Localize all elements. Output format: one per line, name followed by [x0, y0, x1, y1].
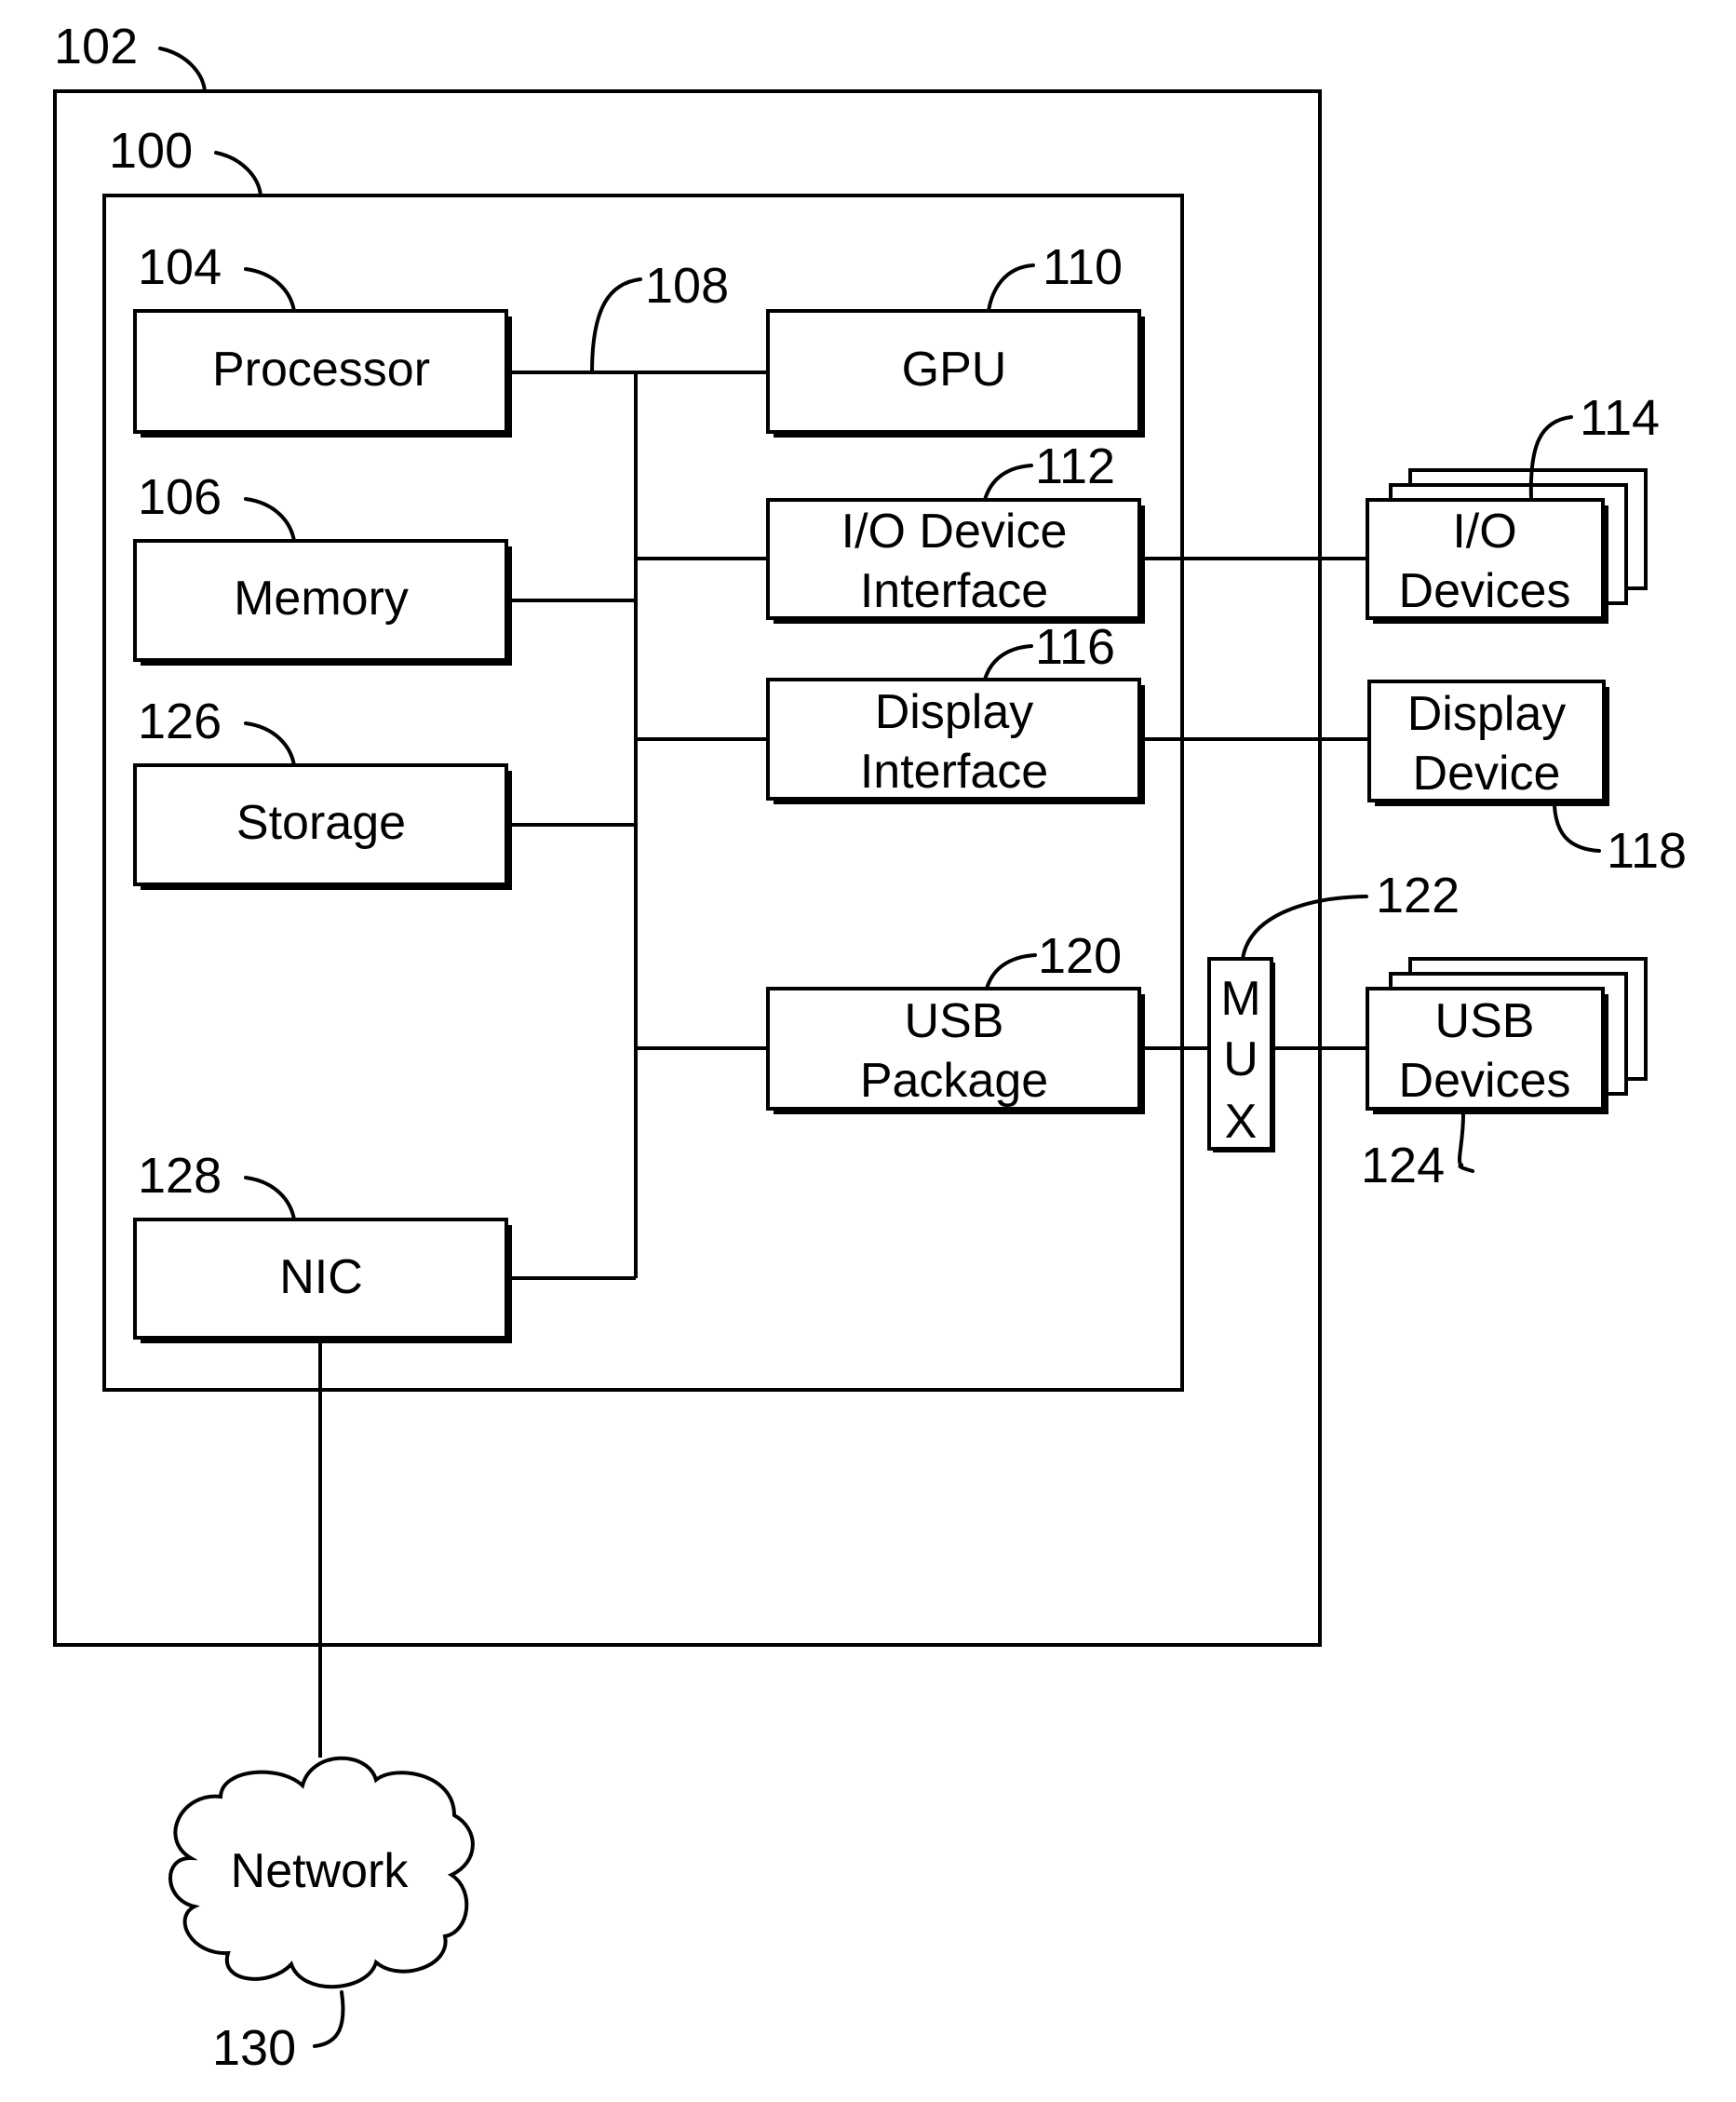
processor-label: Processor [212, 343, 430, 397]
leader-124 [1458, 1112, 1474, 1173]
leader-128 [244, 1176, 296, 1221]
nic-label: NIC [279, 1250, 363, 1304]
leader-104 [244, 267, 296, 313]
ref-label-108: 108 [645, 258, 729, 314]
gpu-label: GPU [902, 343, 1007, 397]
ref-label-130: 130 [212, 2020, 296, 2076]
ref-label-120: 120 [1038, 928, 1122, 984]
ref-label-110: 110 [1043, 239, 1123, 295]
system-bus: 108 [506, 258, 768, 1280]
leader-100 [214, 151, 262, 197]
display-device-label-line2: Device [1413, 747, 1561, 801]
usb-devices-label-line1: USB [1435, 994, 1535, 1048]
ref-label-106: 106 [138, 469, 222, 525]
mux-letter-x: X [1225, 1095, 1258, 1149]
ref-label-126: 126 [138, 694, 222, 749]
leader-102 [158, 47, 207, 93]
ref-label-100: 100 [109, 123, 193, 179]
ref-label-122: 122 [1376, 868, 1460, 923]
ref-label-128: 128 [138, 1148, 222, 1204]
ref-label-112: 112 [1035, 438, 1115, 494]
mux-letter-m: M [1220, 972, 1260, 1026]
network-cloud: Network 130 [168, 1756, 475, 2076]
io-devices-label-line1: I/O [1452, 505, 1516, 559]
io-device-interface-block: I/O Device Interface 112 [766, 438, 1145, 624]
leader-122 [1241, 895, 1368, 961]
usb-package-block: USB Package 120 [766, 928, 1145, 1114]
mux-letter-u: U [1223, 1032, 1258, 1086]
usb-package-label-line2: Package [860, 1054, 1048, 1108]
leader-106 [244, 497, 296, 543]
io-devices-stack: I/O Devices 114 [1366, 390, 1660, 624]
memory-label: Memory [234, 572, 409, 626]
ref-label-104: 104 [138, 239, 222, 295]
display-device-label-line1: Display [1407, 687, 1567, 741]
ref-label-118: 118 [1607, 823, 1687, 879]
ref-label-102: 102 [54, 19, 138, 74]
leader-118 [1553, 804, 1601, 853]
gpu-block: GPU 110 [766, 239, 1145, 438]
ref-label-124: 124 [1361, 1138, 1445, 1193]
display-interface-label-line1: Display [875, 685, 1034, 739]
display-device-block: Display Device 118 [1367, 680, 1687, 879]
storage-label: Storage [236, 796, 406, 850]
leader-116 [983, 644, 1033, 681]
nic-block: NIC 128 [133, 1148, 512, 1343]
leader-108 [590, 277, 642, 374]
display-interface-label-line2: Interface [860, 745, 1048, 799]
network-label: Network [231, 1844, 410, 1898]
io-interface-label-line1: I/O Device [841, 505, 1068, 559]
leader-130 [313, 1990, 345, 2048]
usb-devices-stack: USB Devices 124 [1361, 957, 1648, 1193]
usb-package-label-line1: USB [905, 994, 1004, 1048]
io-interface-label-line2: Interface [860, 564, 1048, 618]
leader-120 [985, 953, 1037, 990]
memory-block: Memory 106 [133, 469, 512, 666]
leader-112 [983, 464, 1033, 502]
io-devices-label-line2: Devices [1399, 564, 1571, 618]
leader-126 [244, 721, 296, 767]
display-interface-block: Display Interface 116 [766, 619, 1145, 804]
leader-110 [987, 263, 1035, 313]
storage-block: Storage 126 [133, 694, 512, 890]
ref-label-116: 116 [1035, 619, 1115, 675]
ref-label-114: 114 [1580, 390, 1660, 446]
computer-system-diagram: 102 100 108 Processor 104 Memory 106 Sto… [53, 19, 1687, 2076]
usb-devices-label-line2: Devices [1399, 1054, 1571, 1108]
processor-block: Processor 104 [133, 239, 512, 438]
